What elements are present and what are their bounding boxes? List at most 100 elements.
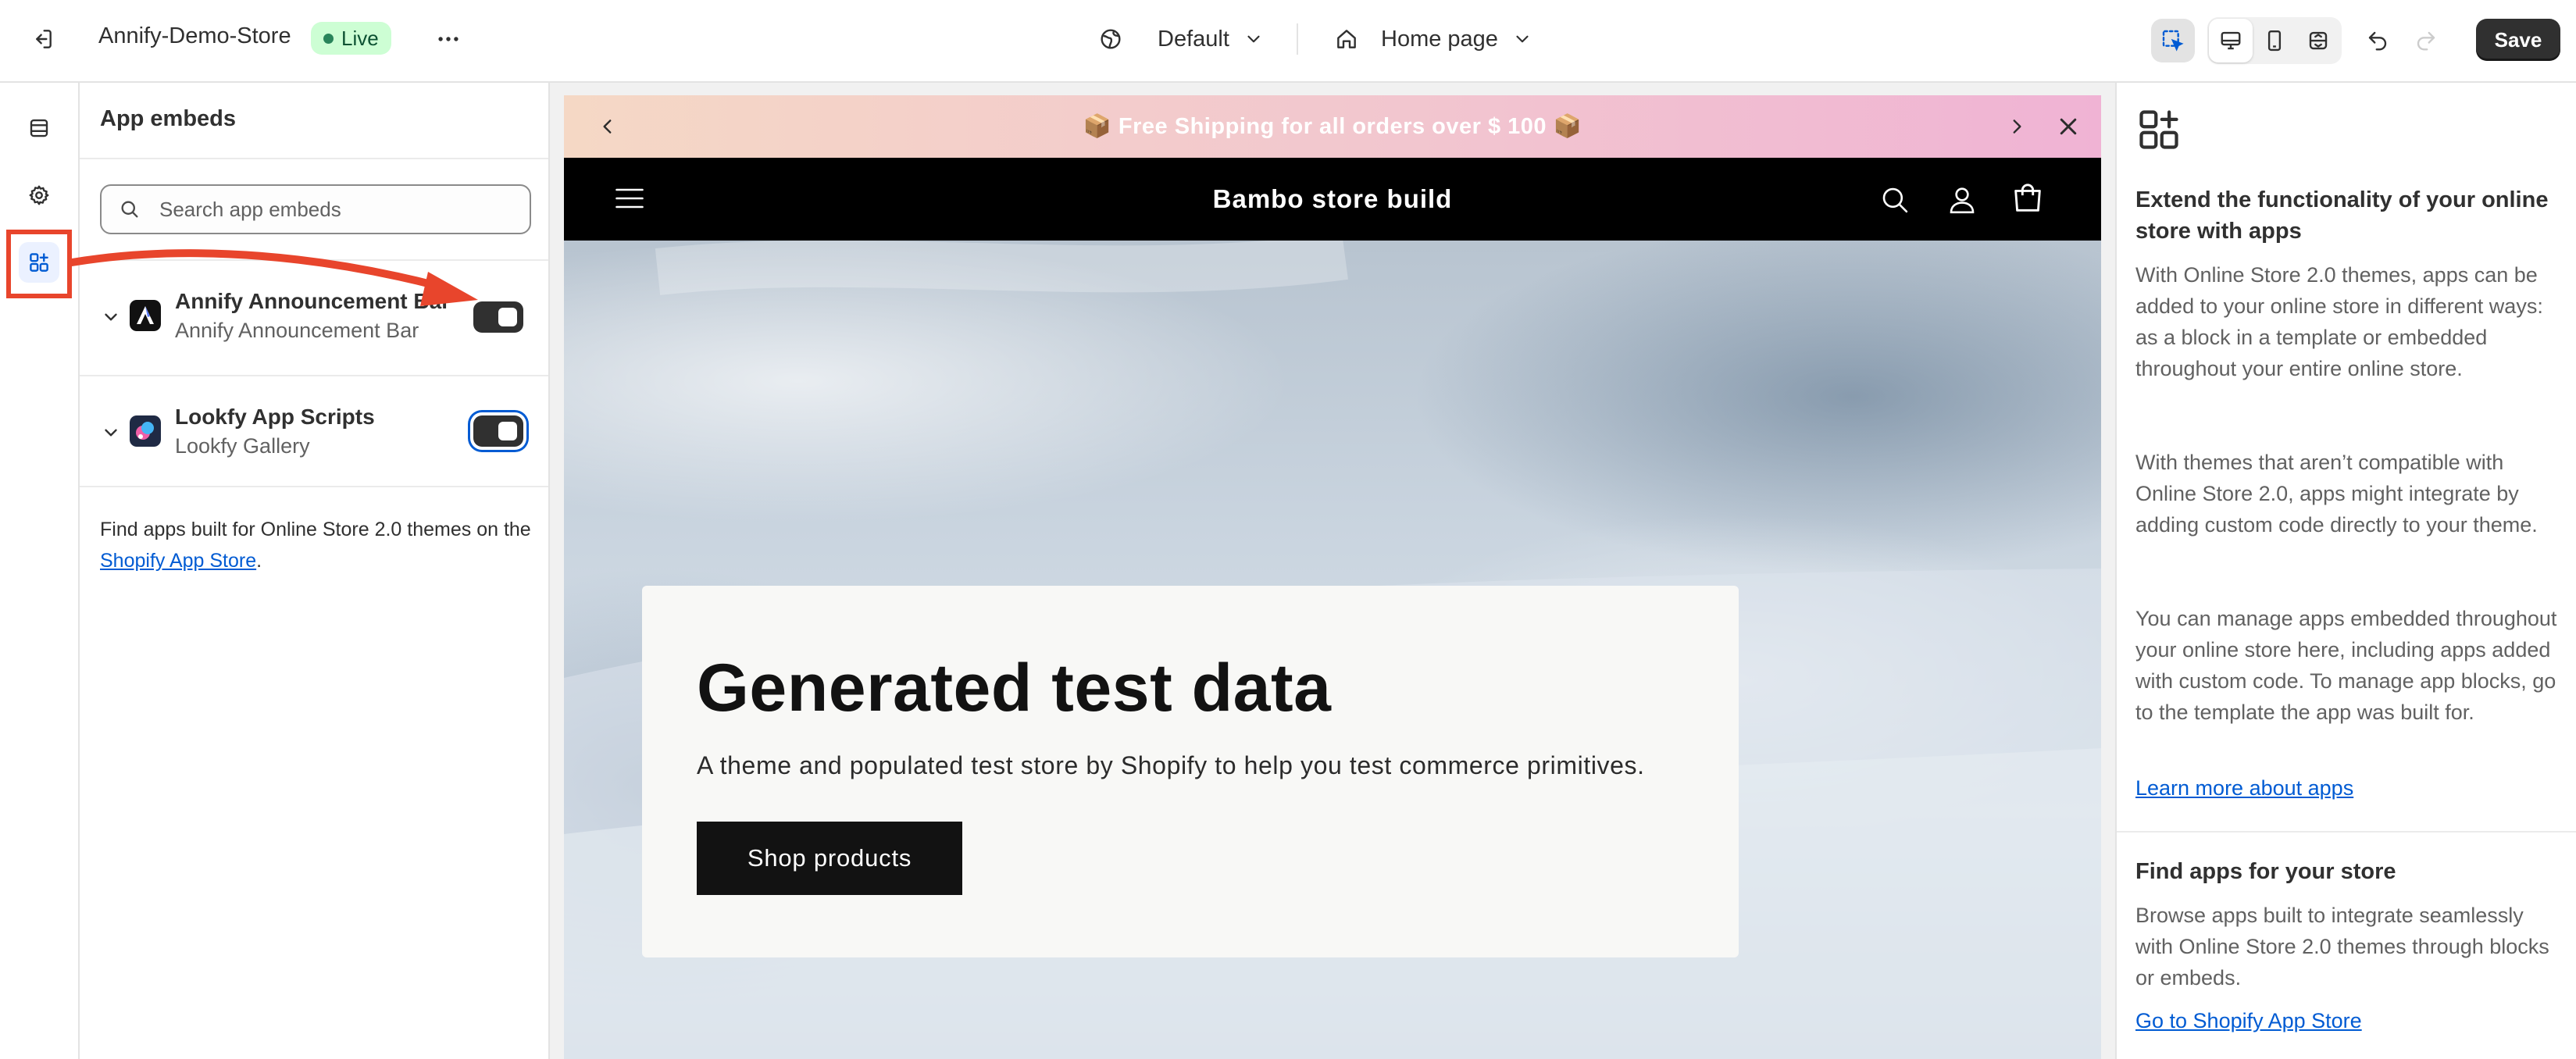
sidebar-item-sections[interactable]: [19, 108, 59, 148]
theme-editor: Annify-Demo-Store Live Default Home page: [0, 0, 2576, 1059]
cart-icon: [2014, 184, 2041, 212]
apps-icon: [2139, 110, 2178, 149]
mobile-view-button[interactable]: [2253, 19, 2296, 62]
desktop-view-button[interactable]: [2209, 19, 2253, 62]
store-preview: 📦 Free Shipping for all orders over $ 10…: [564, 95, 2101, 1059]
chevron-down-icon: [105, 313, 117, 321]
cart-button[interactable]: [2009, 180, 2046, 217]
exit-button[interactable]: [25, 22, 59, 56]
info-title: Extend the functionality of your online …: [2135, 187, 2549, 244]
find-apps-heading: Find apps for your store: [2135, 859, 2396, 884]
store-title: Bambo store build: [1212, 184, 1453, 213]
gear-icon: [29, 185, 49, 205]
close-icon: [2060, 118, 2077, 135]
fullscreen-icon: [2309, 31, 2328, 50]
save-button[interactable]: Save: [2476, 19, 2560, 61]
live-dot-icon: [323, 33, 334, 44]
info-paragraph: With Online Store 2.0 themes, apps can b…: [2135, 263, 2543, 380]
redo-icon: [2417, 31, 2435, 51]
chevron-left-icon: [603, 119, 612, 134]
annotation-highlight-box: [6, 230, 72, 298]
footer-text: Find apps built for Online Store 2.0 the…: [100, 519, 531, 540]
hamburger-icon: [615, 188, 644, 209]
embed-toggle[interactable]: [473, 301, 523, 333]
toolbar-divider: [1297, 23, 1298, 55]
full-width-view-button[interactable]: [2296, 19, 2340, 62]
home-icon: [1337, 30, 1356, 48]
search-input[interactable]: [159, 197, 519, 222]
chevron-right-icon: [2013, 119, 2021, 134]
chevron-down-icon: [1247, 35, 1260, 43]
account-icon: [1950, 187, 1975, 214]
panel-title: App embeds: [100, 106, 237, 131]
divider: [2117, 831, 2576, 833]
more-actions-button[interactable]: [431, 22, 466, 56]
inspector-button[interactable]: [2151, 19, 2195, 62]
embed-name: Lookfy App Scripts: [175, 405, 375, 429]
embed-name: Annify Announcement Bar: [175, 289, 451, 313]
hero-heading: Generated test data: [697, 651, 1332, 726]
go-to-app-store-link[interactable]: Go to Shopify App Store: [2135, 1009, 2362, 1033]
undo-button[interactable]: [2356, 19, 2399, 62]
theme-selector[interactable]: Default: [1098, 20, 1264, 58]
more-icon: [438, 37, 458, 41]
expand-button[interactable]: [98, 420, 123, 445]
sidebar-item-theme-settings[interactable]: [19, 175, 59, 216]
page-selector[interactable]: Home page: [1334, 20, 1532, 58]
app-embed-item: Annify Announcement Bar Annify Announcem…: [80, 261, 548, 375]
announcement-close-button[interactable]: [2054, 112, 2082, 141]
divider: [80, 486, 548, 487]
info-paragraph: You can manage apps embedded throughout …: [2135, 607, 2557, 724]
info-paragraph: With themes that aren’t compatible with …: [2135, 451, 2538, 537]
search-box[interactable]: [100, 184, 531, 234]
chevron-down-icon: [1516, 35, 1529, 43]
embed-toggle[interactable]: [473, 415, 523, 447]
undo-icon: [2368, 31, 2387, 51]
embed-subtitle: Annify Announcement Bar: [175, 319, 419, 342]
desktop-icon: [2221, 31, 2241, 50]
status-badge-label: Live: [341, 26, 379, 50]
hero-text: A theme and populated test store by Shop…: [697, 751, 1645, 779]
learn-more-link[interactable]: Learn more about apps: [2135, 776, 2353, 800]
store-name: Annify-Demo-Store: [98, 23, 291, 48]
announcement-bar: 📦 Free Shipping for all orders over $ 10…: [564, 95, 2101, 158]
device-view-switcher: [2207, 17, 2342, 64]
announcement-next-button[interactable]: [2004, 114, 2029, 139]
lookfy-app-icon: [130, 415, 161, 447]
exit-icon: [36, 30, 52, 48]
annify-app-icon: [130, 300, 161, 331]
shopify-app-store-link[interactable]: Shopify App Store: [100, 550, 256, 572]
announcement-prev-button[interactable]: [595, 114, 620, 139]
announcement-text: 📦 Free Shipping for all orders over $ 10…: [1083, 114, 1582, 139]
page-selector-label: Home page: [1381, 26, 1498, 52]
hero-banner: Generated test data A theme and populate…: [564, 241, 2101, 1059]
app-embed-item: Lookfy App Scripts Lookfy Gallery: [80, 376, 548, 490]
info-panel: Extend the functionality of your online …: [2115, 83, 2576, 1059]
expand-button[interactable]: [98, 305, 123, 330]
store-header: Bambo store build: [564, 158, 2101, 241]
divider: [80, 158, 548, 159]
menu-button[interactable]: [611, 180, 648, 217]
chevron-down-icon: [105, 429, 117, 437]
store-search-button[interactable]: [1876, 181, 1914, 219]
embed-subtitle: Lookfy Gallery: [175, 434, 310, 458]
sections-icon: [30, 119, 48, 137]
search-icon: [1882, 187, 1908, 213]
shop-products-button[interactable]: Shop products: [697, 822, 962, 895]
account-button[interactable]: [1943, 181, 1981, 219]
top-bar: Annify-Demo-Store Live Default Home page: [0, 0, 2576, 83]
globe-icon: [1101, 29, 1121, 49]
toggle-knob: [498, 422, 517, 440]
app-embeds-panel: App embeds Annify Announcement Bar Annif…: [80, 83, 550, 1059]
redo-button[interactable]: [2404, 19, 2448, 62]
panel-footer: Find apps built for Online Store 2.0 the…: [100, 514, 531, 576]
hero-card: Generated test data A theme and populate…: [642, 586, 1739, 957]
mobile-icon: [2267, 30, 2282, 52]
search-icon: [121, 201, 138, 218]
info-paragraph: Browse apps built to integrate seamlessl…: [2135, 904, 2549, 989]
footer-end: .: [256, 550, 262, 572]
theme-selector-label: Default: [1158, 26, 1229, 52]
inspector-icon: [2162, 30, 2184, 52]
status-badge: Live: [311, 22, 391, 55]
toggle-knob: [498, 308, 517, 326]
